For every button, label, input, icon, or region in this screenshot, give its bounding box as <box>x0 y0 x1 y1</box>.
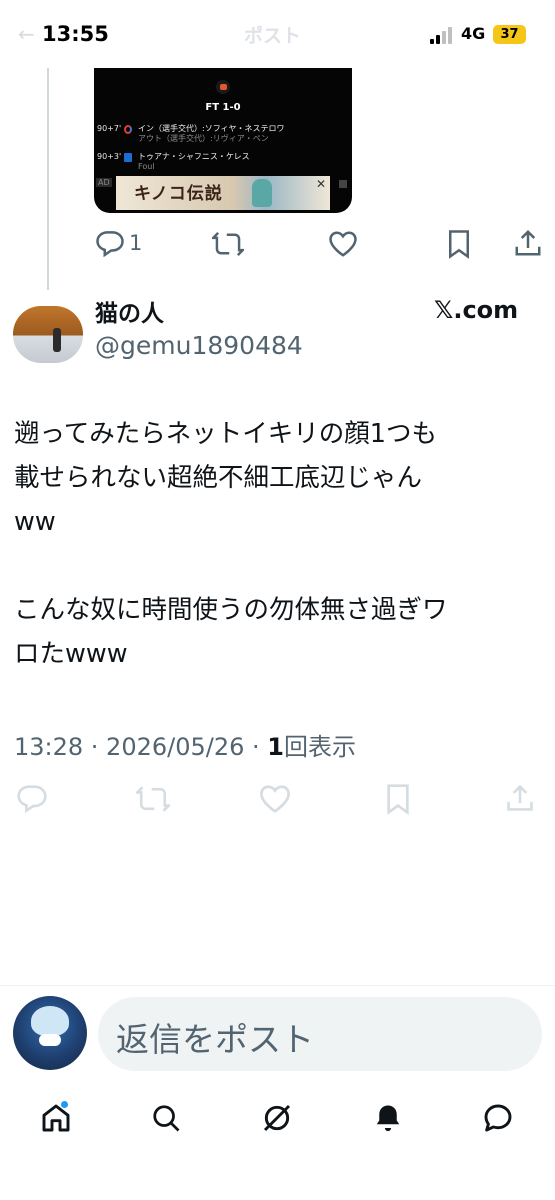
event-minute: 90+7' <box>97 124 122 133</box>
league-logo-icon <box>216 80 230 94</box>
messages-icon <box>484 1104 512 1132</box>
repost-button[interactable] <box>136 784 170 814</box>
bookmark-button[interactable] <box>447 229 471 259</box>
current-user-avatar[interactable] <box>13 996 87 1070</box>
event-subdetail: Foul <box>138 162 155 171</box>
view-count: 1 <box>267 733 284 761</box>
bottom-navigation <box>0 1080 555 1200</box>
ad-banner-title: キノコ伝説 <box>134 184 223 204</box>
status-time: 13:55 <box>42 22 109 46</box>
like-icon <box>329 231 357 257</box>
repost-icon <box>136 786 170 812</box>
event-detail: トゥアナ・シャフニス・ケレス <box>138 152 250 161</box>
reply-bar-divider <box>0 985 555 986</box>
avatar-figure <box>53 328 61 352</box>
previous-post-action-bar: 1 <box>0 226 555 266</box>
grok-icon <box>263 1104 291 1132</box>
notification-dot <box>60 1100 69 1109</box>
reply-icon <box>17 785 47 814</box>
repost-icon <box>212 232 244 256</box>
ad-label: AD <box>96 178 112 187</box>
reply-placeholder: 返信をポスト <box>116 1020 314 1059</box>
post-meta: 13:28 · 2026/05/26 · 1回表示 <box>14 727 356 762</box>
like-icon <box>259 785 291 813</box>
view-count-label: 回表示 <box>283 733 356 761</box>
post-text: 遡ってみたらネットイキリの顔1つも 載せられない超絶不細工底辺じゃん ww こん… <box>14 419 448 669</box>
like-button[interactable] <box>258 784 292 814</box>
status-bar: ← ポスト 13:55 4G 37 <box>0 0 555 68</box>
ad-character-image <box>252 179 272 207</box>
substitution-icon <box>124 125 132 134</box>
author-name[interactable]: 猫の人 <box>95 294 164 328</box>
share-button[interactable] <box>506 782 534 814</box>
search-icon <box>153 1105 180 1132</box>
reply-count: 1 <box>129 231 143 255</box>
share-button[interactable] <box>514 228 542 258</box>
event-detail: イン（選手交代）:ソフィヤ・ネステロワ <box>138 124 285 133</box>
notifications-icon <box>376 1105 400 1132</box>
bookmark-icon <box>449 230 469 259</box>
share-icon <box>515 229 541 256</box>
author-avatar[interactable] <box>13 306 83 363</box>
reply-icon <box>96 231 124 258</box>
repost-button[interactable] <box>212 230 244 258</box>
bookmark-icon <box>387 784 409 815</box>
nav-messages[interactable] <box>478 1098 518 1138</box>
signal-icon <box>430 27 454 44</box>
faded-header-title: ポスト <box>244 25 302 47</box>
reply-button[interactable] <box>16 782 48 814</box>
network-type: 4G <box>461 24 486 43</box>
post-action-bar <box>0 780 555 820</box>
ad-edge-image <box>339 180 347 188</box>
reply-input[interactable]: 返信をポスト <box>98 997 542 1071</box>
quoted-media-card[interactable]: FT 1-0 90+7' イン（選手交代）:ソフィヤ・ネステロワ アウト（選手交… <box>94 68 352 213</box>
nav-search[interactable] <box>146 1098 186 1138</box>
battery-indicator: 37 <box>493 25 526 44</box>
match-event: 90+3' トゥアナ・シャフニス・ケレス Foul <box>97 152 347 174</box>
like-button[interactable] <box>328 230 358 258</box>
nav-notifications[interactable] <box>368 1098 408 1138</box>
post-timestamp[interactable]: 13:28 · 2026/05/26 · <box>14 733 267 761</box>
card-icon <box>124 153 132 162</box>
event-minute: 90+3' <box>97 152 122 161</box>
back-arrow-icon[interactable]: ← <box>18 22 35 46</box>
match-event: 90+7' イン（選手交代）:ソフィヤ・ネステロワ アウト（選手交代）:リヴィア… <box>97 124 347 146</box>
nav-home[interactable] <box>36 1098 76 1138</box>
event-subdetail: アウト（選手交代）:リヴィア・ペン <box>138 134 269 143</box>
share-icon <box>507 784 533 811</box>
ad-banner[interactable]: キノコ伝説 ✕ <box>116 176 330 210</box>
match-score: FT 1-0 <box>205 102 241 113</box>
author-handle[interactable]: @gemu1890484 <box>95 331 303 360</box>
ad-close-icon[interactable]: ✕ <box>316 177 326 191</box>
bookmark-button[interactable] <box>385 783 411 815</box>
reply-button[interactable]: 1 <box>95 228 142 258</box>
source-label: 𝕏.com <box>434 296 519 324</box>
nav-grok[interactable] <box>257 1098 297 1138</box>
